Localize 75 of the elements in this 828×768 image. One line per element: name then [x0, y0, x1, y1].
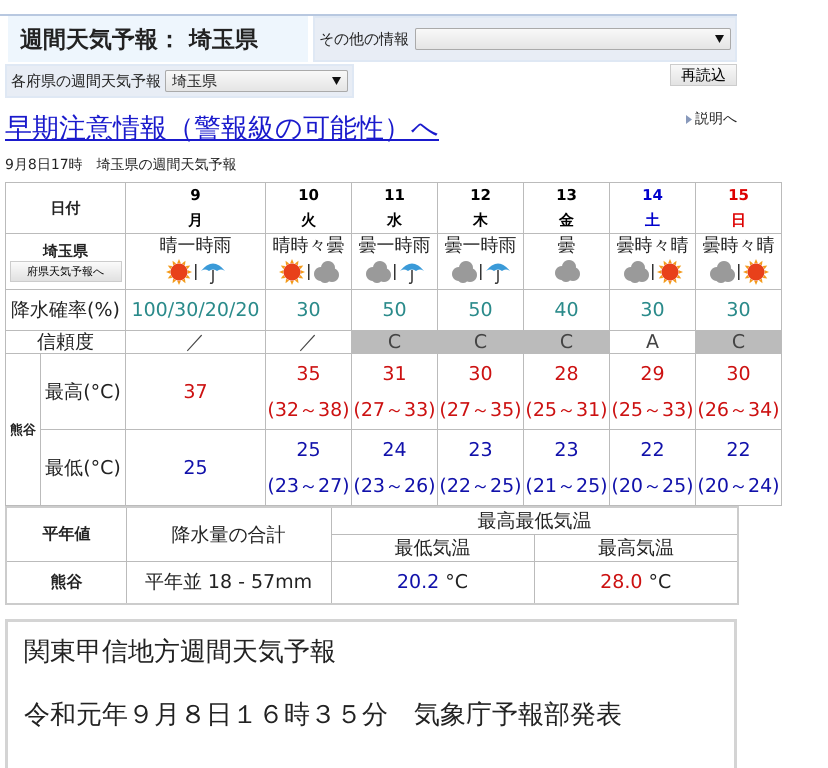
- day-header: 9 月: [126, 182, 266, 234]
- dropdown-caret-icon: [332, 77, 341, 85]
- reliability-cell: A: [610, 330, 696, 354]
- prefecture-forecast-button[interactable]: 府県天気予報へ: [10, 260, 122, 282]
- date-header: 日付: [6, 182, 126, 234]
- cloud-icon: [312, 259, 340, 285]
- divider-icon: [308, 264, 310, 280]
- reliability-cell: C: [696, 330, 782, 354]
- cloud-icon: [364, 259, 392, 285]
- max-temp-cell: 35 (32～38): [266, 354, 352, 430]
- day-header: 13 金: [524, 182, 610, 234]
- cloud-icon: [450, 259, 478, 285]
- day-header: 15 日: [696, 182, 782, 234]
- max-temp-cell: 37: [126, 354, 266, 430]
- weather-text: 曇時々晴: [616, 234, 690, 258]
- prefecture-select[interactable]: 埼玉県: [165, 70, 348, 92]
- max-temp-cell: 31 (27～33): [352, 354, 438, 430]
- day-header: 11 水: [352, 182, 438, 234]
- issued-text: 9月8日17時 埼玉県の週間天気予報: [5, 156, 238, 174]
- chevron-icon: [686, 114, 692, 124]
- weather-text: 曇時々晴: [702, 234, 776, 258]
- early-warning-link[interactable]: 早期注意情報（警報級の可能性）へ: [5, 110, 439, 146]
- max-temp-cell: 30 (26～34): [696, 354, 782, 430]
- reload-button[interactable]: 再読込: [670, 64, 737, 86]
- day-header: 12 木: [438, 182, 524, 234]
- sun-icon: [656, 258, 684, 286]
- sun-icon: [742, 258, 770, 286]
- max-temp-cell: 28 (25～31): [524, 354, 610, 430]
- day-header: 14 土: [610, 182, 696, 234]
- min-temp-cell: 22 (20～25): [610, 430, 696, 506]
- region-name: 埼玉県: [42, 242, 89, 260]
- reliability-cell: ／: [126, 330, 266, 354]
- max-temp-cell: 30 (27～35): [438, 354, 524, 430]
- min-temp-label: 最低(°C): [40, 430, 126, 506]
- weather-text: 晴時々曇: [272, 234, 346, 258]
- reliability-label: 信頼度: [6, 330, 126, 354]
- reliability-cell: C: [438, 330, 524, 354]
- divider-icon: [738, 264, 740, 280]
- min-temp-cell: 24 (23～26): [352, 430, 438, 506]
- cloud-icon: [552, 258, 580, 284]
- reliability-cell: ／: [266, 330, 352, 354]
- dropdown-caret-icon: [715, 35, 724, 43]
- weather-text: 曇: [556, 234, 576, 258]
- station-cell: 熊谷: [6, 354, 40, 506]
- min-temp-cell: 23 (22～25): [438, 430, 524, 506]
- cloud-icon: [622, 259, 650, 285]
- page-title: 週間天気予報： 埼玉県: [8, 16, 308, 62]
- reliability-cell: C: [524, 330, 610, 354]
- divider-icon: [394, 264, 396, 280]
- bulletin-issued: 令和元年９月８日１６時３５分 気象庁予報部発表: [24, 698, 623, 732]
- max-temp-label: 最高(°C): [40, 354, 126, 430]
- weather-text: 曇一時雨: [444, 234, 518, 258]
- divider-icon: [480, 264, 482, 280]
- prefecture-label: 各府県の週間天気予報: [11, 72, 161, 90]
- max-temp-cell: 29 (25～33): [610, 354, 696, 430]
- bulletin-title: 関東甲信地方週間天気予報: [24, 636, 337, 668]
- weather-text: 晴一時雨: [158, 234, 232, 258]
- min-temp-cell: 22 (20～24): [696, 430, 782, 506]
- other-info-label: その他の情報: [319, 30, 409, 48]
- sun-icon: [278, 258, 306, 286]
- sun-icon: [164, 258, 192, 286]
- other-info-select[interactable]: [415, 28, 731, 50]
- day-header: 10 火: [266, 182, 352, 234]
- precip-total-header: 降水量の合計: [126, 507, 331, 562]
- weather-text: 曇一時雨: [358, 234, 432, 258]
- explanation-link[interactable]: 説明へ: [686, 110, 737, 128]
- min-temp-header: 最低気温: [331, 534, 534, 562]
- min-temp-cell: 25: [126, 430, 266, 506]
- divider-icon: [652, 264, 654, 280]
- min-temp-cell: 23 (21～25): [524, 430, 610, 506]
- cloud-icon: [708, 259, 736, 285]
- reliability-cell: C: [352, 330, 438, 354]
- normals-header: 平年値: [6, 507, 126, 562]
- min-temp-cell: 25 (23～27): [266, 430, 352, 506]
- divider-icon: [194, 264, 196, 280]
